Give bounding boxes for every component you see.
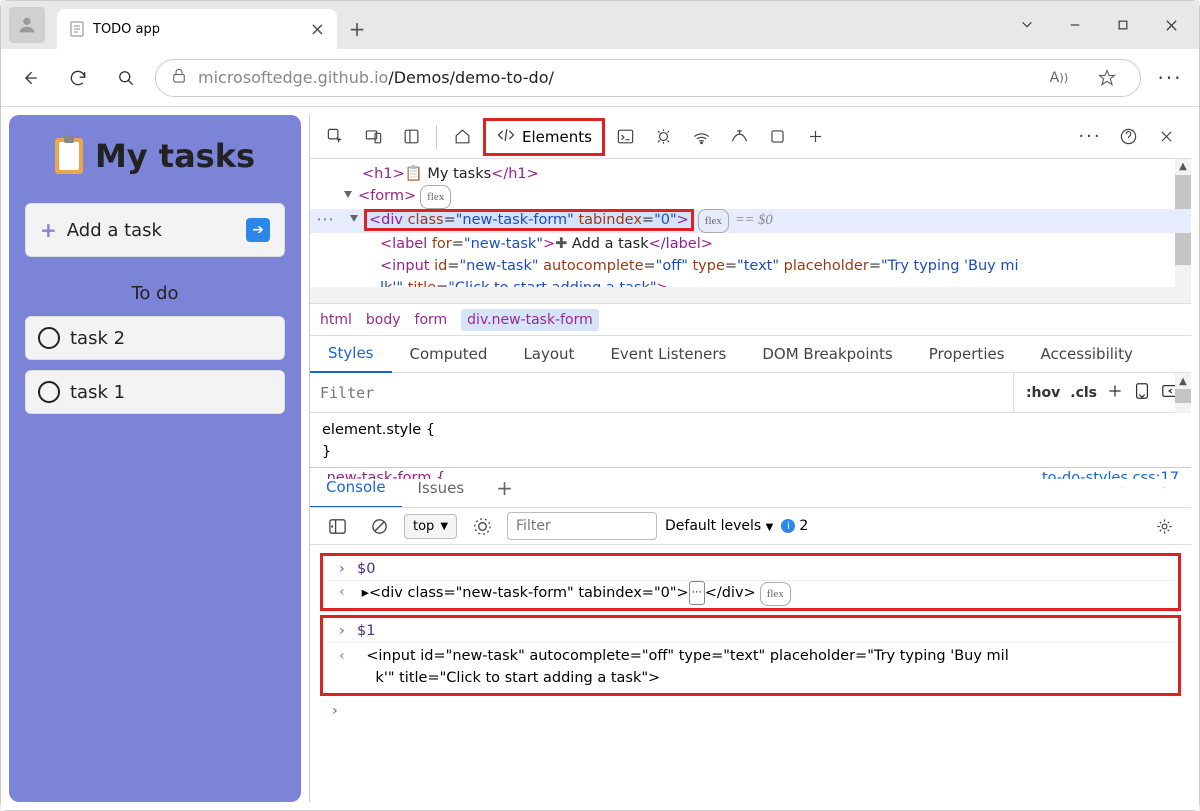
live-expression-button[interactable] bbox=[465, 509, 499, 543]
browser-tab[interactable]: TODO app × bbox=[57, 9, 337, 49]
drawer-add-tab[interactable]: + bbox=[480, 476, 529, 500]
layout-tab[interactable]: Layout bbox=[505, 345, 592, 363]
tab-favicon bbox=[69, 21, 85, 37]
device-toolbar-button[interactable] bbox=[356, 120, 390, 154]
breadcrumb-item[interactable]: body bbox=[366, 312, 401, 328]
elements-breadcrumb[interactable]: html body form div.new-task-form bbox=[310, 303, 1191, 335]
section-label: To do bbox=[25, 283, 285, 304]
performance-tab-icon[interactable] bbox=[723, 120, 757, 154]
plus-icon: + bbox=[40, 218, 57, 242]
window-close-button[interactable] bbox=[1147, 7, 1195, 43]
elements-tab[interactable]: Elements bbox=[483, 118, 605, 156]
window-dropdown-button[interactable] bbox=[1003, 7, 1051, 43]
css-source-link[interactable]: to-do-styles.css:17 bbox=[1042, 467, 1179, 479]
refresh-button[interactable] bbox=[59, 59, 97, 97]
computed-tab[interactable]: Computed bbox=[392, 345, 506, 363]
browser-toolbar: microsoftedge.github.io/Demos/demo-to-do… bbox=[1, 49, 1199, 107]
console-tab-icon[interactable] bbox=[609, 120, 643, 154]
selected-element-line[interactable]: ⋯ <div class="new-task-form" tabindex="0… bbox=[310, 209, 1191, 233]
url-text: microsoftedge.github.io/Demos/demo-to-do… bbox=[198, 68, 554, 87]
styles-options-button[interactable] bbox=[1133, 382, 1151, 404]
titlebar: TODO app × + bbox=[1, 1, 1199, 49]
console-context-select[interactable]: top ▼ bbox=[404, 514, 457, 539]
new-style-button[interactable] bbox=[1107, 383, 1123, 403]
tab-title: TODO app bbox=[93, 22, 160, 37]
styles-content[interactable]: element.style { } .new-task-form {to-do-… bbox=[310, 413, 1191, 467]
task-item[interactable]: task 1 bbox=[25, 370, 285, 414]
event-listeners-tab[interactable]: Event Listeners bbox=[592, 345, 744, 363]
task-checkbox[interactable] bbox=[38, 327, 60, 349]
code-icon bbox=[496, 125, 516, 149]
app-pane: My tasks + Add a task ➔ To do task 2 tas… bbox=[9, 115, 301, 802]
devtools-pane: Elements ··· ▲ <h1>📋 My tasks</h1> <form… bbox=[309, 115, 1191, 802]
styles-filter-row: :hov .cls ▲ bbox=[310, 373, 1191, 413]
console-toolbar: top ▼ Default levels ▼ i2 bbox=[310, 507, 1191, 545]
profile-button[interactable] bbox=[9, 7, 45, 43]
clear-console-button[interactable] bbox=[362, 509, 396, 543]
styles-filter-input[interactable] bbox=[310, 373, 1013, 412]
tab-close-button[interactable]: × bbox=[310, 19, 325, 40]
window-minimize-button[interactable] bbox=[1051, 7, 1099, 43]
log-levels-select[interactable]: Default levels ▼ bbox=[665, 518, 773, 534]
network-tab-icon[interactable] bbox=[685, 120, 719, 154]
breadcrumb-item[interactable]: form bbox=[415, 312, 448, 328]
cls-button[interactable]: .cls bbox=[1070, 385, 1097, 401]
menu-button[interactable]: ··· bbox=[1151, 59, 1189, 97]
window-maximize-button[interactable] bbox=[1099, 7, 1147, 43]
console-output[interactable]: ›$0 ‹ ▸<div class="new-task-form" tabind… bbox=[310, 545, 1191, 802]
welcome-tab[interactable] bbox=[445, 120, 479, 154]
close-devtools-button[interactable] bbox=[1149, 120, 1183, 154]
address-bar[interactable]: microsoftedge.github.io/Demos/demo-to-do… bbox=[155, 59, 1141, 97]
task-checkbox[interactable] bbox=[38, 381, 60, 403]
devtools-tabbar: Elements ··· bbox=[310, 115, 1191, 159]
styles-pane-tabs: Styles Computed Layout Event Listeners D… bbox=[310, 335, 1191, 373]
site-info-icon[interactable] bbox=[170, 67, 188, 89]
add-task-button[interactable]: + Add a task ➔ bbox=[25, 203, 285, 257]
clipboard-icon bbox=[55, 138, 83, 174]
app-title: My tasks bbox=[25, 137, 285, 175]
favorite-button[interactable] bbox=[1088, 59, 1126, 97]
elements-tree[interactable]: ▲ <h1>📋 My tasks</h1> <form>flex ⋯ <div … bbox=[310, 159, 1191, 303]
sources-tab-icon[interactable] bbox=[647, 120, 681, 154]
application-tab-icon[interactable] bbox=[761, 120, 795, 154]
accessibility-tab[interactable]: Accessibility bbox=[1023, 345, 1151, 363]
more-tabs-button[interactable] bbox=[799, 120, 833, 154]
submit-arrow-button[interactable]: ➔ bbox=[246, 218, 270, 242]
back-button[interactable] bbox=[11, 59, 49, 97]
help-button[interactable] bbox=[1111, 120, 1145, 154]
breadcrumb-item[interactable]: html bbox=[320, 312, 352, 328]
new-tab-button[interactable]: + bbox=[337, 9, 377, 49]
activity-bar-button[interactable] bbox=[394, 120, 428, 154]
console-settings-button[interactable] bbox=[1147, 509, 1181, 543]
content-area: My tasks + Add a task ➔ To do task 2 tas… bbox=[1, 107, 1199, 810]
more-tools-button[interactable]: ··· bbox=[1073, 120, 1107, 154]
window-controls bbox=[1003, 7, 1199, 43]
add-task-label: Add a task bbox=[67, 220, 162, 241]
search-button[interactable] bbox=[107, 59, 145, 97]
issues-badge[interactable]: i2 bbox=[781, 518, 808, 534]
task-label: task 1 bbox=[70, 382, 125, 403]
task-item[interactable]: task 2 bbox=[25, 316, 285, 360]
inspect-element-button[interactable] bbox=[318, 120, 352, 154]
hov-button[interactable]: :hov bbox=[1026, 385, 1060, 401]
issues-drawer-tab[interactable]: Issues bbox=[402, 479, 481, 497]
properties-tab[interactable]: Properties bbox=[911, 345, 1023, 363]
console-filter-input[interactable] bbox=[507, 512, 657, 540]
breadcrumb-item[interactable]: div.new-task-form bbox=[461, 309, 599, 331]
task-label: task 2 bbox=[70, 328, 125, 349]
dom-breakpoints-tab[interactable]: DOM Breakpoints bbox=[744, 345, 910, 363]
console-sidebar-button[interactable] bbox=[320, 509, 354, 543]
read-aloud-button[interactable]: A)) bbox=[1040, 59, 1078, 97]
styles-tab[interactable]: Styles bbox=[310, 335, 392, 373]
